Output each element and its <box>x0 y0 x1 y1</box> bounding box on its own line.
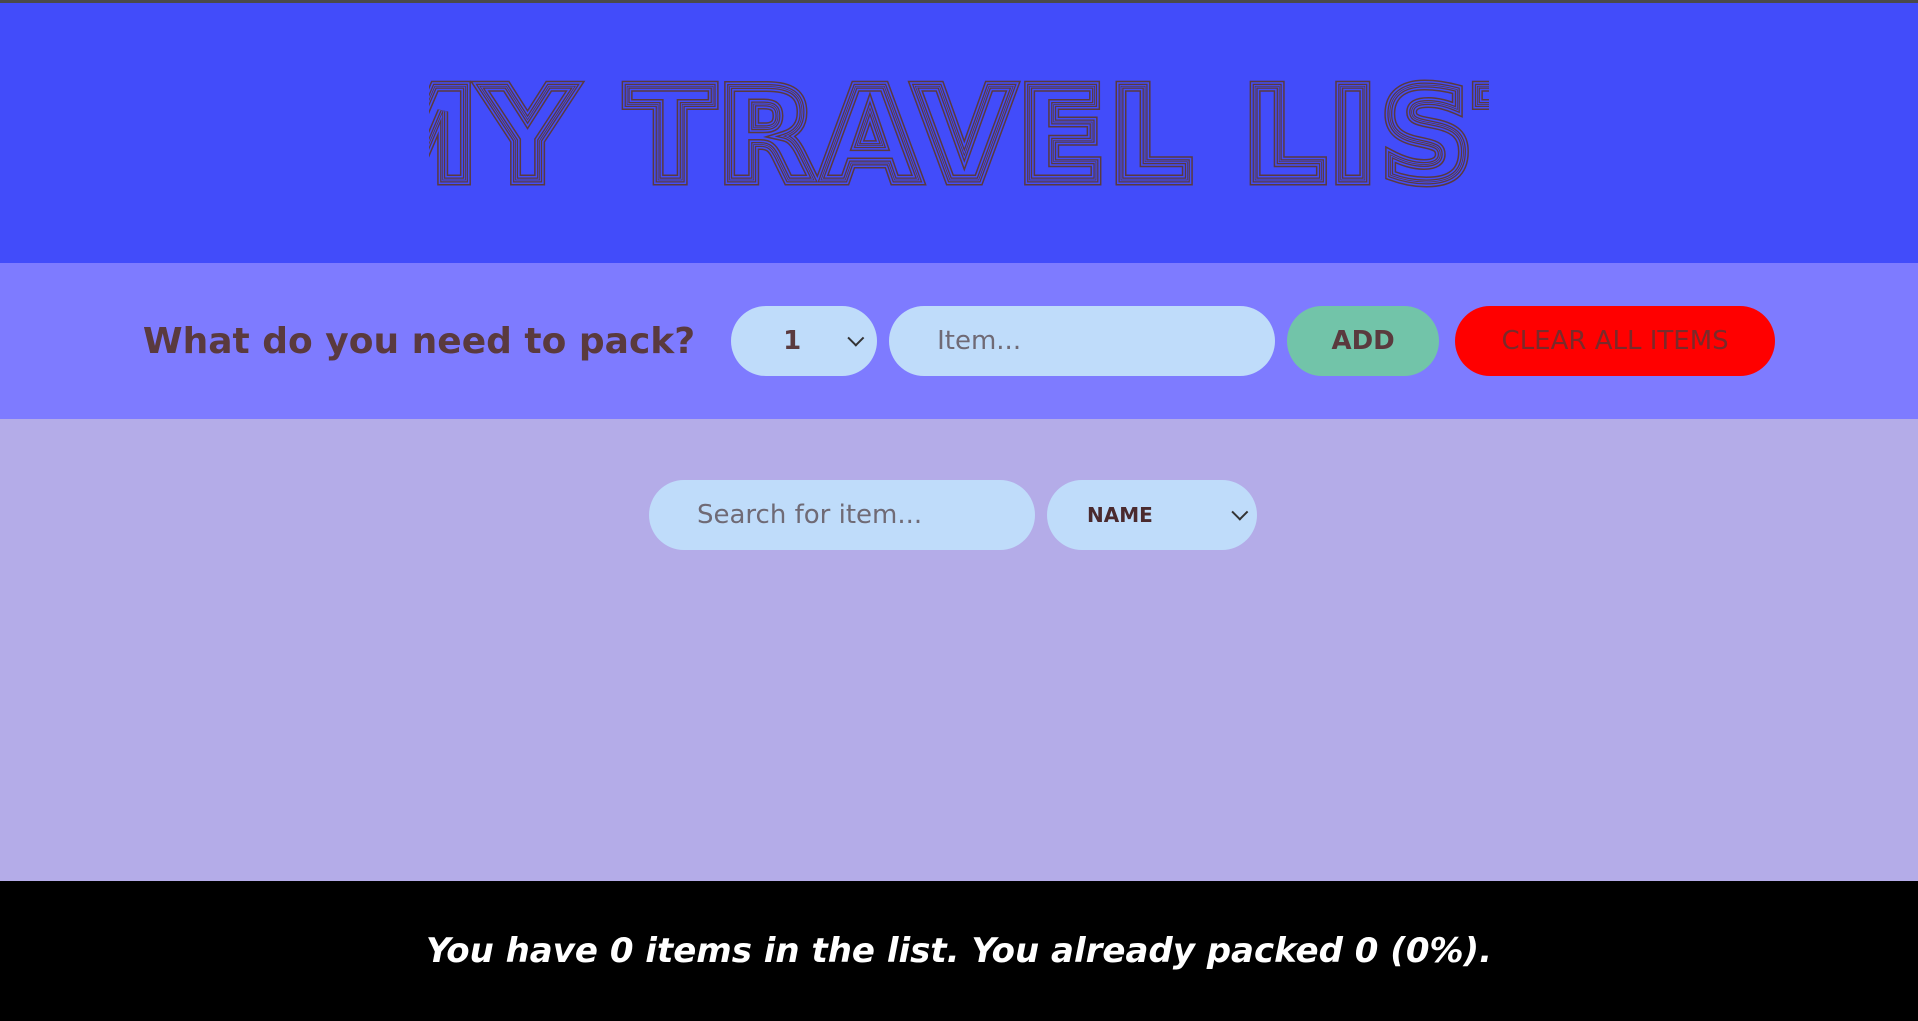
list-actions: Search for item... NAME <box>0 480 1912 550</box>
stats-footer: You have 0 items in the list. You alread… <box>0 881 1918 1021</box>
travel-list-app: MY TRAVEL LIST MY TRAVEL LIST MY TRAVEL … <box>0 0 1918 1021</box>
sort-value: NAME <box>1087 503 1153 527</box>
chevron-down-icon <box>847 329 865 347</box>
search-input[interactable]: Search for item... <box>649 480 1035 550</box>
chevron-down-icon <box>1231 503 1249 521</box>
sort-select[interactable]: NAME <box>1047 480 1257 550</box>
quantity-value: 1 <box>783 326 802 356</box>
quantity-select[interactable]: 1 <box>731 306 878 376</box>
packing-stats: You have 0 items in the list. You alread… <box>425 931 1493 971</box>
page-header: MY TRAVEL LIST MY TRAVEL LIST MY TRAVEL … <box>0 3 1918 263</box>
packing-list: Search for item... NAME <box>0 419 1918 881</box>
add-item-form: What do you need to pack? 1 Item... ADD … <box>0 263 1918 419</box>
add-button[interactable]: ADD <box>1287 306 1440 376</box>
clear-all-items-button[interactable]: CLEAR ALL ITEMS <box>1455 306 1776 376</box>
page-title: MY TRAVEL LIST MY TRAVEL LIST MY TRAVEL … <box>429 68 1489 198</box>
item-input-placeholder: Item... <box>937 326 1022 356</box>
svg-text:MY TRAVEL LIST: MY TRAVEL LIST <box>429 68 1489 198</box>
item-input[interactable]: Item... <box>889 306 1276 376</box>
form-prompt: What do you need to pack? <box>142 320 696 362</box>
search-input-placeholder: Search for item... <box>697 500 923 530</box>
